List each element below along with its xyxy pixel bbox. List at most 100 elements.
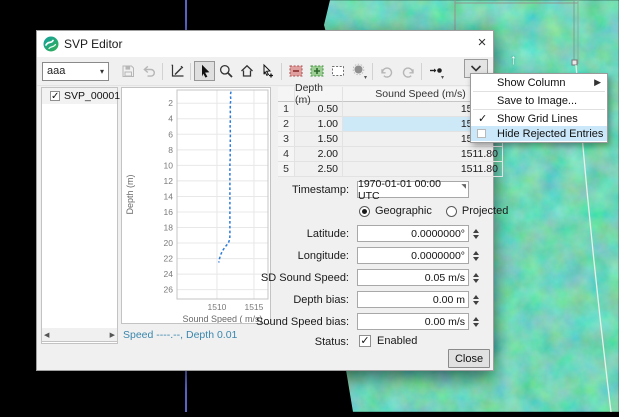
chevron-down-icon: ▾ bbox=[441, 75, 444, 81]
menu-item-save-to-image[interactable]: Save to Image... bbox=[471, 93, 607, 108]
svp-list-hscrollbar[interactable]: ◀ ▶ bbox=[41, 328, 118, 342]
coord-mode-group: Geographic Projected bbox=[359, 205, 522, 217]
menu-separator bbox=[473, 109, 605, 110]
depth-bias-spinner[interactable] bbox=[470, 291, 481, 308]
close-button-label: Close bbox=[455, 353, 483, 365]
depth-cell[interactable]: 2.50 bbox=[295, 162, 343, 177]
depth-bias-label: Depth bias: bbox=[237, 294, 349, 306]
window-close-icon[interactable]: × bbox=[471, 31, 493, 57]
status-label: Status: bbox=[237, 336, 349, 348]
svg-text:20: 20 bbox=[164, 238, 174, 248]
geographic-radio[interactable] bbox=[359, 206, 370, 217]
close-button[interactable]: Close bbox=[448, 349, 490, 368]
timestamp-field[interactable]: 1970-01-01 00:00 UTC ◥ bbox=[357, 181, 469, 198]
row-header-corner bbox=[278, 87, 295, 102]
sound-speed-bias-field[interactable]: 0.00 m/s bbox=[357, 313, 469, 330]
svg-text:Depth (m): Depth (m) bbox=[125, 174, 135, 214]
add-point-icon bbox=[260, 63, 276, 79]
scroll-left-icon[interactable]: ◀ bbox=[44, 331, 49, 339]
toolbar-separator bbox=[421, 63, 422, 80]
ellipse-select-tool-button[interactable]: ▾ bbox=[348, 61, 369, 81]
dialog-titlebar[interactable]: SVP Editor × bbox=[37, 31, 493, 57]
depth-bias-field[interactable]: 0.00 m bbox=[357, 291, 469, 308]
row-number[interactable]: 3 bbox=[278, 132, 295, 147]
svg-text:14: 14 bbox=[164, 191, 174, 201]
home-tool-button[interactable] bbox=[236, 61, 257, 81]
menu-separator bbox=[473, 91, 605, 92]
zoom-icon bbox=[218, 63, 234, 79]
scroll-right-icon[interactable]: ▶ bbox=[110, 331, 115, 339]
svp-list-item[interactable]: ✓SVP_00001 bbox=[42, 88, 117, 104]
menu-item-hide-rejected-entries[interactable]: Hide Rejected Entries bbox=[471, 126, 607, 141]
latitude-value: 0.0000000° bbox=[411, 228, 465, 240]
longitude-label: Longitude: bbox=[237, 250, 349, 262]
longitude-spinner[interactable] bbox=[470, 247, 481, 264]
row-number[interactable]: 4 bbox=[278, 147, 295, 162]
accept-selection-icon bbox=[309, 63, 325, 79]
preset-combobox[interactable]: aaa ▾ bbox=[42, 62, 109, 81]
svg-text:8: 8 bbox=[168, 145, 173, 155]
latitude-label: Latitude: bbox=[237, 228, 349, 240]
timestamp-value: 1970-01-01 00:00 UTC bbox=[358, 178, 459, 202]
depth-cell[interactable]: 2.00 bbox=[295, 147, 343, 162]
speed-cell[interactable]: 1511.80 bbox=[343, 162, 503, 177]
redo-edit-tool-button[interactable] bbox=[397, 61, 418, 81]
longitude-field[interactable]: 0.0000000° bbox=[357, 247, 469, 264]
toolbar-separator bbox=[162, 63, 163, 80]
toolbar-separator bbox=[372, 63, 373, 80]
undo-edit-icon bbox=[379, 63, 395, 79]
depth-column-header[interactable]: Depth (m) bbox=[295, 87, 343, 102]
depth-bias-value: 0.00 m bbox=[433, 294, 465, 306]
depth-cell[interactable]: 0.50 bbox=[295, 102, 343, 117]
svp-item-checkbox[interactable]: ✓ bbox=[50, 91, 60, 101]
svg-text:10: 10 bbox=[164, 160, 174, 170]
toolbar-separator bbox=[281, 63, 282, 80]
depth-cell[interactable]: 1.00 bbox=[295, 117, 343, 132]
row-number[interactable]: 1 bbox=[278, 102, 295, 117]
status-value: Enabled bbox=[377, 335, 417, 347]
zoom-tool-button[interactable] bbox=[215, 61, 236, 81]
add-point-tool-button[interactable] bbox=[257, 61, 278, 81]
menu-item-show-grid-lines[interactable]: ✓Show Grid Lines bbox=[471, 111, 607, 126]
menu-item-show-column[interactable]: Show Column▶ bbox=[471, 75, 607, 90]
svp-profile-chart[interactable]: 246810121416182022242615101515Sound Spee… bbox=[122, 88, 270, 323]
status-checkbox[interactable]: ✓ bbox=[359, 335, 371, 347]
sd-sound-speed-field[interactable]: 0.05 m/s bbox=[357, 269, 469, 286]
sound-speed-bias-spinner[interactable] bbox=[470, 313, 481, 330]
select-cursor-icon bbox=[197, 63, 213, 79]
profile-edit-tool-button[interactable] bbox=[166, 61, 187, 81]
svg-text:24: 24 bbox=[164, 269, 174, 279]
latitude-field[interactable]: 0.0000000° bbox=[357, 225, 469, 242]
svg-text:18: 18 bbox=[164, 223, 174, 233]
rect-select-tool-button[interactable] bbox=[327, 61, 348, 81]
reject-selection-tool-button[interactable] bbox=[285, 61, 306, 81]
svp-editor-dialog: SVP Editor × aaa ▾ ▾▾ ✓SVP_00001 ◀ ▶ 246… bbox=[36, 30, 494, 371]
row-number[interactable]: 5 bbox=[278, 162, 295, 177]
menu-item-label: Show Column bbox=[497, 77, 565, 89]
projected-radio-label: Projected bbox=[462, 205, 508, 217]
accept-selection-tool-button[interactable] bbox=[306, 61, 327, 81]
undo-tool-button[interactable] bbox=[138, 61, 159, 81]
toolbar-separator bbox=[190, 63, 191, 80]
projected-radio[interactable] bbox=[446, 206, 457, 217]
row-number[interactable]: 2 bbox=[278, 117, 295, 132]
svg-text:4: 4 bbox=[168, 114, 173, 124]
depth-cell[interactable]: 1.50 bbox=[295, 132, 343, 147]
select-cursor-tool-button[interactable] bbox=[194, 61, 215, 81]
save-tool-button[interactable] bbox=[117, 61, 138, 81]
latitude-spinner[interactable] bbox=[470, 225, 481, 242]
status-group: ✓ Enabled bbox=[359, 335, 431, 347]
move-point-tool-button[interactable]: ▾ bbox=[425, 61, 446, 81]
undo-edit-tool-button[interactable] bbox=[376, 61, 397, 81]
timestamp-label: Timestamp: bbox=[237, 184, 349, 196]
dialog-title: SVP Editor bbox=[64, 37, 122, 51]
chevron-down-icon bbox=[470, 65, 482, 73]
sd-sound-speed-spinner[interactable] bbox=[470, 269, 481, 286]
svp-file-list[interactable]: ✓SVP_00001 bbox=[41, 87, 118, 344]
speed-cell[interactable]: 1511.80 bbox=[343, 147, 503, 162]
longitude-value: 0.0000000° bbox=[411, 250, 465, 262]
profile-chart-panel[interactable]: 246810121416182022242615101515Sound Spee… bbox=[121, 87, 271, 324]
svg-text:6: 6 bbox=[168, 129, 173, 139]
preset-combobox-value: aaa bbox=[47, 65, 65, 77]
redo-edit-icon bbox=[400, 63, 416, 79]
